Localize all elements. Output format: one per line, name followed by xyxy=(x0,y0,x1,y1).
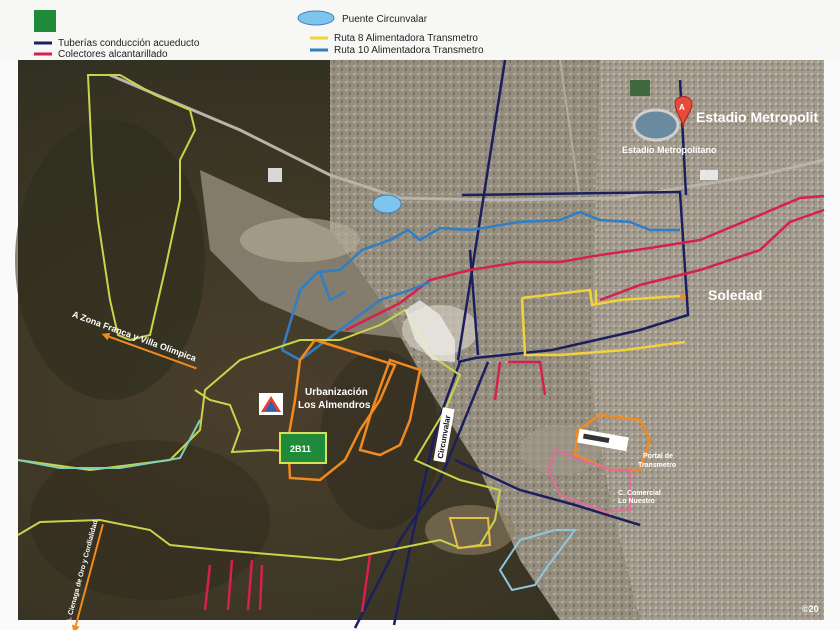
legend-acueducto-label: Tuberías conducción acueducto xyxy=(58,38,200,49)
urbanizacion-label-line1: Urbanización xyxy=(305,387,368,398)
puente-circunvalar-marker xyxy=(372,194,402,214)
comercial-label-line2: Lo Nuestro xyxy=(618,498,655,505)
urbanizacion-label-line2: Los Almendros xyxy=(298,400,371,411)
svg-text:A: A xyxy=(679,103,685,112)
soledad-label: Soledad xyxy=(708,287,762,303)
soledad-marker xyxy=(680,294,686,300)
stadium-pin-label: Estadio Metropolitano xyxy=(622,145,717,155)
legend-ruta8-label: Ruta 8 Alimentadora Transmetro xyxy=(334,33,478,44)
copyright-label: ©20 xyxy=(802,604,819,614)
legend-ruta10-label: Ruta 10 Alimentadora Transmetro xyxy=(334,45,484,56)
legend-green-swatch xyxy=(34,10,56,32)
comercial-label-line1: C. Comercial xyxy=(618,490,661,497)
portal-label-line2: Transmetro xyxy=(638,462,676,469)
stadium-title-label: Estadio Metropolit xyxy=(696,109,818,125)
developer-logo xyxy=(259,393,283,415)
legend-puente-swatch xyxy=(297,10,335,26)
stadium-shape xyxy=(632,108,680,142)
lot-2b11-label: 2B11 xyxy=(290,444,311,454)
legend-colectores-label: Colectores alcantarillado xyxy=(58,49,168,60)
portal-label-line1: Portal de xyxy=(643,453,673,460)
infrastructure-map: 2B11 A Estadio Metropolit Estadio Metrop… xyxy=(0,0,840,630)
legend-puente-label: Puente Circunvalar xyxy=(342,14,428,25)
